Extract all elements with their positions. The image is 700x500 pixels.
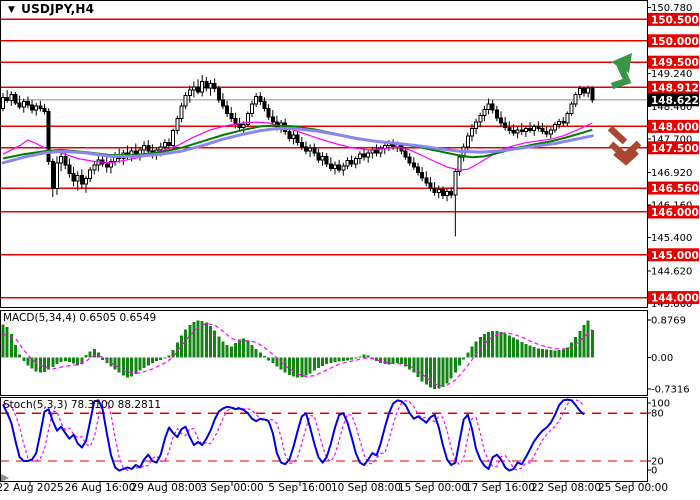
price-badge: 150.000: [648, 34, 699, 48]
trend-down-arrow: [610, 128, 639, 162]
svg-text:-0.7316: -0.7316: [651, 385, 690, 396]
chart-title: ▼ USDJPY,H4: [8, 2, 94, 16]
svg-text:148.912: 148.912: [651, 82, 699, 94]
svg-text:22 Aug 2025: 22 Aug 2025: [0, 482, 64, 494]
trend-up-arrow: [611, 53, 632, 86]
svg-text:3 Sep 00:00: 3 Sep 00:00: [200, 482, 263, 494]
svg-text:146.920: 146.920: [651, 168, 692, 179]
svg-text:148.622: 148.622: [651, 95, 699, 107]
price-badge: 148.912: [648, 81, 699, 95]
svg-text:144.620: 144.620: [651, 267, 692, 278]
time-axis: 22 Aug 202526 Aug 16:0029 Aug 08:003 Sep…: [0, 482, 668, 494]
svg-text:25 Sep 00:00: 25 Sep 00:00: [598, 482, 668, 494]
svg-text:145.000: 145.000: [651, 250, 699, 262]
macd-indicator-label: MACD(5,34,4) 0.6505 0.6549: [3, 312, 156, 324]
price-badge: 146.560: [648, 182, 699, 196]
svg-text:146.000: 146.000: [651, 207, 699, 219]
svg-text:80: 80: [651, 409, 664, 420]
svg-text:147.500: 147.500: [651, 143, 699, 155]
price-badge: 148.000: [648, 120, 699, 133]
macd-histogram: [2, 320, 594, 389]
price-badge: 144.000: [648, 291, 699, 305]
svg-text:150.000: 150.000: [651, 36, 699, 48]
svg-text:10 Sep 08:00: 10 Sep 08:00: [331, 482, 401, 494]
trading-chart-window: 150.780149.240148.460147.700146.920146.1…: [0, 0, 700, 500]
svg-text:150.500: 150.500: [651, 14, 699, 26]
svg-text:0.00: 0.00: [651, 353, 673, 364]
svg-text:149.500: 149.500: [651, 57, 699, 69]
price-axis: 150.780149.240148.460147.700146.920146.1…: [647, 3, 692, 477]
price-badge: 150.500: [648, 13, 699, 27]
svg-text:148.000: 148.000: [651, 121, 699, 133]
price-badge: 148.622: [648, 93, 699, 107]
scroll-marker-icon: [1, 474, 9, 482]
symbol-period-label: USDJPY,H4: [21, 2, 94, 16]
svg-text:26 Aug 16:00: 26 Aug 16:00: [65, 482, 136, 494]
svg-text:145.400: 145.400: [651, 233, 692, 244]
svg-text:149.240: 149.240: [651, 69, 692, 80]
price-badge: 149.500: [648, 56, 699, 69]
svg-text:29 Aug 08:00: 29 Aug 08:00: [131, 482, 202, 494]
svg-text:150.780: 150.780: [651, 3, 692, 14]
svg-text:146.560: 146.560: [651, 183, 699, 195]
svg-text:5 Sep 16:00: 5 Sep 16:00: [268, 482, 331, 494]
price-badge: 147.500: [648, 141, 699, 155]
stoch-levels: [0, 413, 647, 461]
svg-text:22 Sep 08:00: 22 Sep 08:00: [531, 482, 601, 494]
svg-text:144.000: 144.000: [651, 293, 699, 305]
svg-text:0: 0: [651, 466, 657, 477]
svg-text:15 Sep 00:00: 15 Sep 00:00: [398, 482, 468, 494]
collapse-triangle-icon[interactable]: ▼: [8, 5, 15, 15]
price-badge: 146.000: [648, 205, 699, 219]
price-badge: 145.000: [648, 248, 699, 262]
svg-text:17 Sep 16:00: 17 Sep 16:00: [465, 482, 535, 494]
chart-canvas[interactable]: 150.780149.240148.460147.700146.920146.1…: [0, 0, 700, 500]
svg-text:0.8769: 0.8769: [651, 316, 686, 327]
stoch-indicator-label: Stoch(5,3,3) 78.3100 88.2811: [3, 399, 161, 411]
